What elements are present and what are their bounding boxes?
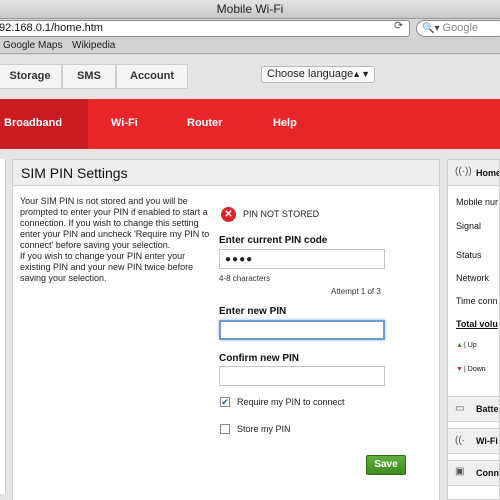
browser-toolbar: 92.168.0.1/home.htm ⟳ 🔍▾ Google — [0, 19, 500, 38]
require-pin-checkbox[interactable]: ✔ — [220, 397, 230, 407]
tab-sms[interactable]: SMS — [62, 64, 116, 89]
tab-storage[interactable]: Storage — [0, 64, 62, 89]
language-select[interactable]: Choose language ▲▼ — [261, 66, 375, 83]
nav-router[interactable]: Router — [187, 117, 222, 129]
current-pin-field[interactable]: ●●●● — [219, 249, 385, 269]
sidebar-connected-section[interactable]: ▣ Conn — [448, 460, 499, 486]
wifi-icon: ((· — [455, 435, 465, 446]
left-panel-edge — [0, 159, 6, 494]
confirm-pin-label: Confirm new PIN — [219, 353, 300, 364]
window-title: Mobile Wi-Fi — [0, 0, 500, 19]
sidebar-battery-section[interactable]: ▭ Batte — [448, 396, 499, 422]
reload-icon[interactable]: ⟳ — [394, 19, 403, 32]
store-pin-checkbox[interactable] — [220, 424, 230, 434]
sidebar-status: Status — [456, 250, 482, 260]
new-pin-field[interactable] — [219, 320, 385, 340]
pin-length-hint: 4-8 characters — [219, 274, 271, 283]
attempt-counter: Attempt 1 of 3 — [331, 287, 381, 296]
sidebar-signal: Signal — [456, 221, 482, 231]
tab-account[interactable]: Account — [116, 64, 188, 89]
search-placeholder: Google — [442, 22, 479, 34]
new-pin-label: Enter new PIN — [219, 306, 287, 317]
search-input[interactable]: 🔍▾ Google — [416, 20, 500, 37]
current-pin-label: Enter current PIN code — [219, 235, 328, 246]
nav-help[interactable]: Help — [273, 117, 297, 129]
bookmark-wikipedia[interactable]: Wikipedia — [72, 38, 115, 54]
sidebar-network: Network — [456, 273, 490, 283]
sidebar-up: | Up — [464, 342, 477, 349]
signal-tower-icon: ((·)) — [455, 166, 472, 177]
sidebar-wifi: Wi-Fi — [476, 436, 498, 446]
sidebar-total-volume[interactable]: Total volu — [456, 319, 498, 329]
nav-wifi[interactable]: Wi-Fi — [111, 117, 138, 129]
search-icon: 🔍▾ — [422, 23, 440, 34]
battery-icon: ▭ — [455, 403, 465, 414]
url-bar[interactable]: 92.168.0.1/home.htm — [0, 20, 410, 37]
sidebar-mobile-number: Mobile nur — [456, 197, 499, 207]
sidebar-wifi-section[interactable]: ((· Wi-Fi — [448, 428, 499, 454]
error-icon: ✕ — [221, 207, 236, 222]
main-navigation: Broadband Wi-Fi Router Help — [0, 99, 500, 149]
up-arrow-icon: ▲ — [456, 342, 463, 349]
panel-header: SIM PIN Settings — [13, 160, 439, 186]
language-select-value: Choose language — [267, 68, 354, 80]
panel-description: Your SIM PIN is not stored and you will … — [20, 196, 210, 284]
chevron-updown-icon: ▲▼ — [352, 69, 370, 79]
bookmarks-bar: Google Maps Wikipedia — [0, 38, 500, 54]
sidebar-connected: Conn — [476, 468, 499, 478]
status-sidebar: ((·)) Home Mobile nur Signal Status Netw… — [447, 159, 500, 500]
require-pin-label: Require my PIN to connect — [237, 397, 345, 407]
sidebar-time-connected: Time conn — [456, 296, 498, 306]
sidebar-down: | Down — [464, 366, 486, 373]
nav-broadband[interactable]: Broadband — [4, 117, 62, 129]
sidebar-battery: Batte — [476, 404, 499, 414]
monitor-icon: ▣ — [455, 466, 465, 477]
bookmark-google-maps[interactable]: Google Maps — [3, 38, 62, 54]
panel-title: SIM PIN Settings — [21, 165, 128, 181]
sidebar-home-title: Home — [476, 168, 500, 178]
current-pin-value: ●●●● — [225, 254, 254, 265]
sim-pin-panel: SIM PIN Settings Your SIM PIN is not sto… — [12, 159, 440, 500]
store-pin-label: Store my PIN — [237, 424, 291, 434]
down-arrow-icon: ▼ — [456, 366, 463, 373]
router-page: Storage SMS Account Choose language ▲▼ B… — [0, 55, 500, 500]
pin-status-text: PIN NOT STORED — [243, 209, 320, 219]
save-button[interactable]: Save — [366, 455, 406, 475]
sidebar-header: ((·)) Home — [448, 160, 500, 186]
top-navigation: Storage SMS Account — [0, 64, 500, 89]
confirm-pin-field[interactable] — [219, 366, 385, 386]
description-text: Your SIM PIN is not stored and you will … — [20, 196, 210, 283]
